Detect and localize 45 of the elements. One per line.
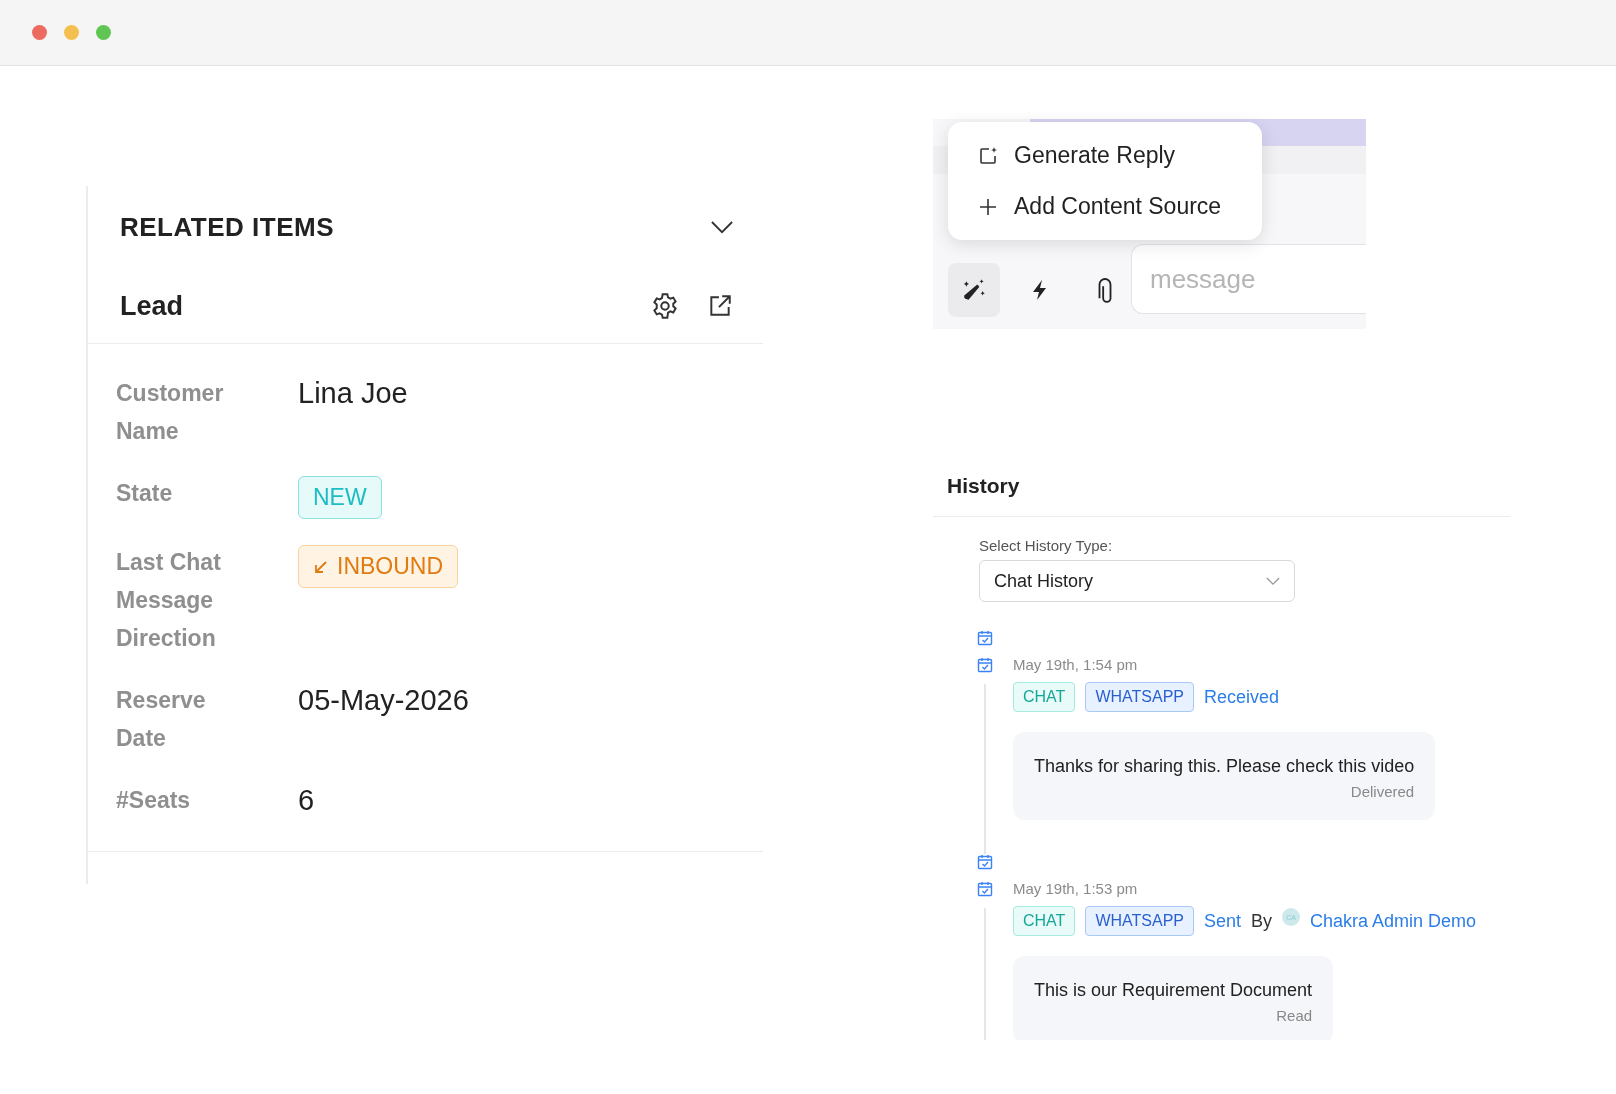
timestamp: May 19th, 1:54 pm: [1013, 656, 1138, 673]
menu-item[interactable]: Add Content Source: [948, 181, 1262, 232]
message-input[interactable]: message: [1131, 244, 1366, 314]
by-label: By: [1251, 910, 1273, 932]
delivery-status: Delivered: [1350, 783, 1415, 800]
channel-tag: CHAT: [1013, 682, 1076, 712]
calendar-check-icon: [977, 881, 993, 897]
settings-icon[interactable]: [651, 292, 679, 320]
sender-link[interactable]: Chakra Admin Demo: [1310, 910, 1477, 932]
timestamp: May 19th, 1:53 pm: [1013, 880, 1138, 897]
calendar-check-icon: [977, 854, 993, 870]
channel-tag: WHATSAPP: [1085, 906, 1194, 936]
toolbar-button[interactable]: [948, 263, 1000, 317]
field-value: Lina Joe: [298, 376, 408, 411]
channel-tag: WHATSAPP: [1085, 682, 1194, 712]
channel-tag: CHAT: [1013, 906, 1076, 936]
direction-badge: INBOUND: [298, 545, 459, 588]
history-title: History: [933, 474, 1510, 517]
select-label: Select History Type:: [979, 537, 1114, 554]
message-text: This is our Requirement Document: [1034, 980, 1313, 1001]
plus-icon: [978, 196, 998, 217]
menu-item[interactable]: Generate Reply: [948, 130, 1262, 181]
field-label: State: [116, 479, 174, 508]
field-label: Customer Name: [116, 379, 225, 446]
message-text: Thanks for sharing this. Please check this video: [1034, 756, 1415, 777]
history-type-select[interactable]: Chat History: [979, 560, 1295, 602]
chevron-down-icon[interactable]: [711, 221, 733, 234]
field-label: Last Chat Message Direction: [116, 548, 222, 653]
field-label: #Seats: [116, 786, 192, 815]
window-control[interactable]: [32, 25, 47, 40]
field-value: 05-May-2026: [298, 683, 469, 718]
calendar-check-icon: [977, 630, 993, 646]
arrow-down-left-icon: [313, 558, 329, 575]
direction-label: Received: [1204, 686, 1280, 708]
chevron-down-icon: [1266, 576, 1280, 586]
direction-label: Sent: [1204, 910, 1241, 932]
section-title: RELATED ITEMS: [120, 212, 335, 243]
record-title: Lead: [120, 290, 185, 322]
sparkle-frame-icon: [978, 145, 998, 166]
delivery-status: Read: [1276, 1007, 1313, 1024]
field-label: Reserve Date: [116, 686, 207, 753]
external-link-icon[interactable]: [707, 293, 733, 319]
state-badge: NEW: [298, 476, 382, 519]
field-value: 6: [298, 783, 315, 818]
calendar-check-icon: [977, 657, 993, 673]
